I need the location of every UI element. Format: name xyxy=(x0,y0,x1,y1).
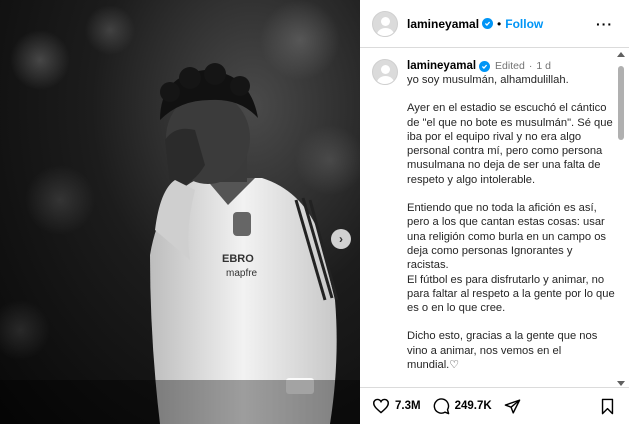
verified-badge-icon xyxy=(482,18,494,29)
caption-paragraph: Ayer en el estadio se escuchó el cántico… xyxy=(407,102,613,186)
save-button[interactable] xyxy=(600,398,615,420)
svg-text:mapfre: mapfre xyxy=(226,268,258,279)
like-count[interactable]: 7.3M xyxy=(395,400,421,412)
scroll-down-icon[interactable] xyxy=(617,381,625,386)
heart-icon xyxy=(372,398,390,414)
follow-button[interactable]: Follow xyxy=(505,17,543,31)
share-button[interactable] xyxy=(504,398,521,415)
post-panel: lamineyamal • Follow ··· lamineyamal Edi… xyxy=(360,0,629,424)
avatar[interactable] xyxy=(372,10,398,37)
paper-plane-icon xyxy=(504,398,520,414)
verified-badge-icon xyxy=(479,60,491,72)
post-header: lamineyamal • Follow ··· xyxy=(360,0,629,48)
player-image: EBRO mapfre xyxy=(0,0,360,424)
bookmark-icon xyxy=(601,398,614,415)
comment-bubble-icon xyxy=(433,397,449,414)
carousel-next-button[interactable]: › xyxy=(331,229,351,249)
like-button[interactable]: 7.3M xyxy=(372,398,421,414)
meta-separator: · xyxy=(528,59,533,72)
separator-dot: • xyxy=(497,16,502,31)
caption-paragraph: yo soy musulmán, alhamdulillah. xyxy=(407,74,569,86)
avatar[interactable] xyxy=(372,59,398,85)
svg-text:EBRO: EBRO xyxy=(222,253,254,265)
action-bar: 7.3M 249.7K xyxy=(360,387,629,424)
post-photo[interactable]: EBRO mapfre › xyxy=(0,0,360,424)
caption-paragraph: Dicho esto, gracias a la gente que nos v… xyxy=(407,330,601,372)
scroll-up-icon[interactable] xyxy=(617,52,625,57)
caption-comment: lamineyamal Edited · 1 d yo soy musulmán, … xyxy=(360,49,615,385)
edited-label: Edited xyxy=(495,59,525,72)
scrollbar-thumb[interactable] xyxy=(618,66,624,140)
more-options-icon[interactable]: ··· xyxy=(596,16,613,32)
comment-count[interactable]: 249.7K xyxy=(455,400,492,412)
comment-button[interactable]: 249.7K xyxy=(433,397,492,415)
comment-time[interactable]: 1 d xyxy=(536,60,551,72)
comment-username[interactable]: lamineyamal xyxy=(407,59,476,73)
post-username[interactable]: lamineyamal xyxy=(407,17,479,31)
caption-paragraph: Entiendo que no toda la afición es así, … xyxy=(407,202,615,315)
comment-meta: Edited · 1 d xyxy=(495,59,551,73)
comments-scrollbar[interactable] xyxy=(616,52,626,386)
